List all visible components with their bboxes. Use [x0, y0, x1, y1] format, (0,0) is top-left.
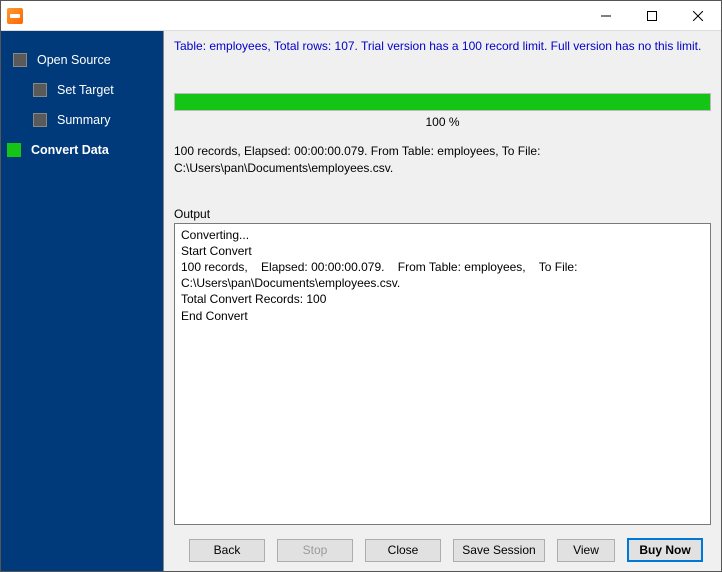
main-panel: Table: employees, Total rows: 107. Trial… [163, 31, 721, 571]
trial-info-message: Table: employees, Total rows: 107. Trial… [174, 39, 711, 57]
view-button[interactable]: View [557, 539, 615, 562]
sidebar-item-summary[interactable]: Summary [1, 105, 163, 135]
sidebar-item-convert-data[interactable]: Convert Data [1, 135, 163, 165]
progress-percent-label: 100 % [174, 115, 711, 129]
progress-fill [175, 94, 710, 110]
progress-section: 100 % [174, 93, 711, 129]
sidebar-item-label: Open Source [37, 53, 111, 67]
sidebar-item-open-source[interactable]: Open Source [1, 45, 163, 75]
close-button[interactable]: Close [365, 539, 441, 562]
step-marker-icon [13, 53, 27, 67]
sidebar-item-label: Set Target [57, 83, 114, 97]
status-text: 100 records, Elapsed: 00:00:00.079. From… [174, 143, 711, 177]
progress-bar [174, 93, 711, 111]
sidebar-item-set-target[interactable]: Set Target [1, 75, 163, 105]
app-icon [7, 8, 23, 24]
step-marker-icon [33, 113, 47, 127]
close-window-button[interactable] [675, 1, 721, 30]
wizard-sidebar: Open Source Set Target Summary Convert D… [1, 31, 163, 571]
output-label: Output [174, 207, 711, 221]
window-controls [583, 1, 721, 30]
titlebar [1, 1, 721, 31]
button-row: Back Stop Close Save Session View Buy No… [164, 529, 721, 571]
step-marker-active-icon [7, 143, 21, 157]
back-button[interactable]: Back [189, 539, 265, 562]
output-log[interactable]: Converting... Start Convert 100 records,… [174, 223, 711, 525]
step-marker-icon [33, 83, 47, 97]
save-session-button[interactable]: Save Session [453, 539, 545, 562]
sidebar-item-label: Summary [57, 113, 110, 127]
maximize-button[interactable] [629, 1, 675, 30]
minimize-button[interactable] [583, 1, 629, 30]
buy-now-button[interactable]: Buy Now [627, 538, 703, 562]
sidebar-item-label: Convert Data [31, 143, 109, 157]
stop-button: Stop [277, 539, 353, 562]
